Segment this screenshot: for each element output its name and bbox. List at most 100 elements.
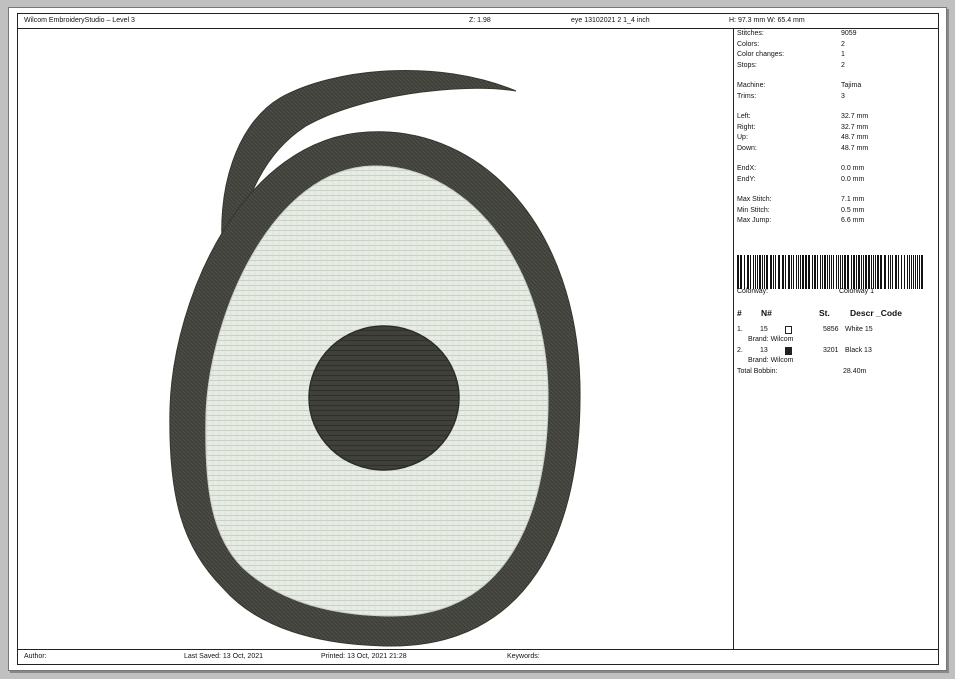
barcode-bar [793, 255, 794, 289]
barcode [737, 255, 923, 289]
barcode-bar [770, 255, 772, 289]
stat-label: EndY: [737, 175, 756, 183]
barcode-bar [831, 255, 832, 289]
stat-label: Stops: [737, 61, 757, 69]
stat-label: Left: [737, 113, 751, 120]
stat-value: 0.0 mm [841, 175, 865, 183]
stat-label: Colors: [737, 40, 760, 48]
barcode-bar [764, 255, 765, 289]
barcode-bar [838, 255, 839, 289]
barcode-bar [788, 255, 790, 289]
barcode-bar [836, 255, 837, 289]
stat-value: 3 [841, 92, 845, 100]
stat-label: Stitches: [737, 30, 764, 37]
stat-value: 0.5 mm [841, 206, 865, 214]
barcode-bar [856, 255, 857, 289]
stat-label: Min Stitch: [737, 206, 770, 214]
stat-value: 7.1 mm [841, 196, 865, 203]
color-stitch-count: 3201 [823, 347, 839, 354]
barcode-bar [898, 255, 899, 289]
barcode-bar [917, 255, 918, 289]
design-size: H: 97.3 mm W: 65.4 mm [729, 17, 805, 24]
barcode-bar [921, 255, 923, 289]
stat-label: Machine: [737, 82, 766, 89]
barcode-bar [871, 255, 872, 289]
stat-label: Max Stitch: [737, 196, 772, 203]
barcode-bar [773, 255, 774, 289]
barcode-bar [755, 255, 756, 289]
barcode-bar [884, 255, 886, 289]
barcode-bar [812, 255, 813, 289]
color-brand: Brand: Wilcom [748, 336, 794, 343]
barcode-bar [753, 255, 754, 289]
stat-label: Up: [737, 134, 748, 141]
barcode-bar [740, 255, 742, 289]
design-file-name: eye 13102021 2 1_4 inch [571, 17, 650, 24]
barcode-bar [851, 255, 852, 289]
col-header-number: N# [761, 308, 772, 318]
color-description: White 15 [845, 326, 873, 333]
barcode-bar [904, 255, 905, 289]
color-index: 2. [737, 347, 743, 354]
barcode-bar [814, 255, 816, 289]
barcode-bar [808, 255, 810, 289]
barcode-bar [842, 255, 843, 289]
stat-label: Max Jump: [737, 217, 772, 224]
color-number: 15 [760, 326, 768, 333]
barcode-bar [892, 255, 893, 289]
barcode-bar [877, 255, 879, 289]
barcode-bar [913, 255, 914, 289]
col-header-description: Descr _Code [850, 308, 902, 318]
barcode-bar [829, 255, 830, 289]
barcode-bar [853, 255, 855, 289]
stat-value: 48.7 mm [841, 144, 869, 152]
barcode-bar [775, 255, 776, 289]
barcode-bar [833, 255, 834, 289]
total-bobbin-value: 28.40m [843, 368, 867, 375]
stat-value: 32.7 mm [841, 123, 869, 131]
barcode-bar [919, 255, 920, 289]
barcode-bar [766, 255, 768, 289]
barcode-bar [880, 255, 882, 289]
color-brand: Brand: Wilcom [748, 357, 794, 364]
barcode-bar [798, 255, 799, 289]
stat-label: Trims: [737, 92, 757, 100]
barcode-bar [747, 255, 749, 289]
stat-label: EndX: [737, 165, 757, 172]
barcode-bar [873, 255, 874, 289]
last-saved: Last Saved: 13 Oct, 2021 [184, 653, 263, 660]
app-title: Wilcom EmbroideryStudio – Level 3 [24, 17, 135, 24]
barcode-bar [759, 255, 761, 289]
barcode-bar [757, 255, 758, 289]
total-bobbin-label: Total Bobbin: [737, 368, 778, 375]
col-header-stitches: St. [819, 308, 830, 318]
barcode-bar [840, 255, 841, 289]
barcode-bar [791, 255, 792, 289]
col-header-index: # [737, 308, 742, 318]
design-preview [18, 28, 734, 649]
barcode-bar [909, 255, 910, 289]
barcode-bar [820, 255, 821, 289]
barcode-bar [863, 255, 864, 289]
barcode-bar [907, 255, 908, 289]
barcode-bar [868, 255, 870, 289]
barcode-bar [915, 255, 916, 289]
barcode-bar [822, 255, 823, 289]
barcode-bar [778, 255, 780, 289]
stat-value: 2 [841, 40, 845, 48]
keywords-label: Keywords: [507, 653, 540, 660]
barcode-bar [875, 255, 876, 289]
color-number: 13 [760, 347, 768, 354]
barcode-bar [847, 255, 849, 289]
colorway-label: Colorway: [737, 288, 769, 295]
barcode-bar [827, 255, 828, 289]
barcode-bar [895, 255, 897, 289]
barcode-bar [805, 255, 807, 289]
report-footer: Author: Last Saved: 13 Oct, 2021 Printed… [18, 649, 938, 664]
barcode-bar [762, 255, 763, 289]
color-swatch [785, 347, 792, 355]
barcode-bar [890, 255, 891, 289]
barcode-bar [824, 255, 826, 289]
barcode-bar [737, 255, 739, 289]
color-swatch [785, 326, 792, 334]
